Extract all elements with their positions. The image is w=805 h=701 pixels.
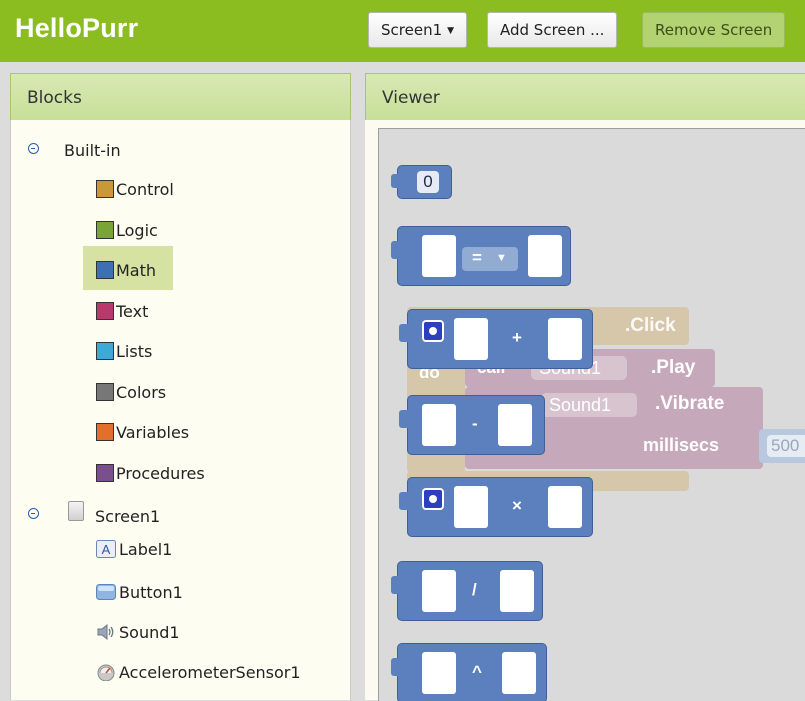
category-lists[interactable]: Lists — [96, 342, 152, 361]
label-icon: A — [96, 540, 116, 558]
math-number-block[interactable]: 0 — [397, 165, 452, 199]
app-title: HelloPurr — [15, 13, 139, 43]
input-socket[interactable] — [548, 486, 582, 528]
power-op-label: ^ — [472, 662, 482, 681]
sound-icon — [97, 623, 114, 641]
add-screen-button[interactable]: Add Screen ... — [487, 12, 618, 48]
component-label1[interactable]: A Label1 — [96, 540, 172, 559]
button-icon — [96, 584, 116, 600]
input-socket[interactable] — [502, 652, 536, 694]
accelerometer-icon — [97, 664, 115, 681]
text-icon — [96, 302, 114, 320]
math-icon — [96, 261, 114, 279]
control-icon — [96, 180, 114, 198]
component-label: Label1 — [119, 540, 173, 559]
viewer-panel-title: Viewer — [382, 88, 440, 108]
screen-select-label: Screen1 — [381, 21, 443, 39]
category-colors[interactable]: Colors — [96, 383, 166, 402]
divide-op-label: / — [472, 580, 477, 599]
blocks-tree — [10, 120, 351, 700]
subtract-op-label: - — [472, 414, 478, 433]
input-socket[interactable] — [454, 318, 488, 360]
input-socket[interactable] — [422, 570, 456, 612]
procedures-icon — [96, 464, 114, 482]
category-label: Control — [116, 180, 174, 199]
component-label: Sound1 — [119, 623, 180, 642]
number-value[interactable]: 0 — [417, 171, 439, 193]
category-label: Variables — [116, 423, 190, 442]
compare-op-label: = — [472, 248, 482, 267]
logic-icon — [96, 221, 114, 239]
gear-icon[interactable] — [422, 488, 444, 510]
input-socket[interactable] — [528, 235, 562, 277]
math-subtract-block[interactable]: - — [407, 395, 545, 455]
builtin-label: Built-in — [64, 141, 121, 160]
block-connector — [391, 658, 399, 676]
category-label: Text — [116, 302, 149, 321]
viewer-panel-header: Viewer — [365, 73, 805, 123]
ghost-number-value: 500 — [767, 435, 805, 457]
math-multiply-block[interactable]: × — [407, 477, 593, 537]
math-add-block[interactable]: + — [407, 309, 593, 369]
input-socket[interactable] — [454, 486, 488, 528]
input-socket[interactable] — [498, 404, 532, 446]
svg-text:A: A — [102, 542, 111, 557]
input-socket[interactable] — [500, 570, 534, 612]
component-label: Button1 — [119, 583, 183, 602]
category-logic[interactable]: Logic — [96, 221, 158, 240]
math-divide-block[interactable]: / — [397, 561, 543, 621]
collapse-icon[interactable] — [28, 508, 39, 519]
block-connector — [399, 324, 409, 342]
input-socket[interactable] — [422, 652, 456, 694]
category-label: Colors — [116, 383, 167, 402]
add-op-label: + — [512, 328, 522, 347]
category-label: Math — [116, 261, 157, 280]
screen-icon — [68, 501, 84, 521]
colors-icon — [96, 383, 114, 401]
ghost-number-block: 500 — [759, 429, 805, 463]
ghost-play-label: .Play — [651, 357, 696, 378]
screen-label: Screen1 — [95, 507, 161, 526]
blocks-panel-title: Blocks — [27, 88, 82, 108]
gear-icon[interactable] — [422, 320, 444, 342]
remove-screen-button[interactable]: Remove Screen — [642, 12, 786, 48]
chevron-down-icon: ▼ — [496, 252, 507, 264]
screen-select-button[interactable]: Screen1 ▼ — [368, 12, 468, 48]
component-button1[interactable]: Button1 — [96, 583, 183, 602]
compare-dropdown[interactable]: = ▼ — [462, 247, 518, 271]
blocks-panel-header: Blocks — [10, 73, 351, 123]
multiply-op-label: × — [512, 496, 522, 515]
category-label: Procedures — [116, 464, 205, 483]
block-connector — [391, 174, 399, 188]
input-socket[interactable] — [422, 235, 456, 277]
chevron-down-icon: ▼ — [447, 26, 455, 36]
block-connector — [391, 576, 399, 594]
input-socket[interactable] — [422, 404, 456, 446]
category-variables[interactable]: Variables — [96, 423, 189, 442]
ghost-sound-dropdown: Sound1 — [541, 393, 638, 417]
category-label: Logic — [116, 221, 158, 240]
block-connector — [399, 492, 409, 510]
block-connector — [391, 241, 399, 259]
component-sound1[interactable]: Sound1 — [96, 623, 180, 642]
category-control[interactable]: Control — [96, 180, 174, 199]
input-socket[interactable] — [548, 318, 582, 360]
component-accelerometer1[interactable]: AccelerometerSensor1 — [96, 663, 301, 682]
collapse-icon[interactable] — [28, 143, 39, 154]
ghost-millisecs-label: millisecs — [643, 435, 720, 455]
math-power-block[interactable]: ^ — [397, 643, 547, 701]
ghost-vibrate-label: .Vibrate — [655, 393, 725, 414]
blocks-workspace[interactable]: .Click do call Sound1 .Play Sound1 .Vibr… — [378, 128, 805, 701]
math-compare-block[interactable]: = ▼ — [397, 226, 571, 286]
top-bar: HelloPurr Screen1 ▼ Add Screen ... Remove… — [0, 0, 805, 62]
category-label: Lists — [116, 342, 153, 361]
component-label: AccelerometerSensor1 — [119, 663, 301, 682]
category-text[interactable]: Text — [96, 302, 148, 321]
lists-icon — [96, 342, 114, 360]
ghost-click-label: .Click — [625, 315, 676, 336]
variables-icon — [96, 423, 114, 441]
block-connector — [399, 410, 409, 428]
category-procedures[interactable]: Procedures — [96, 464, 205, 483]
category-math[interactable]: Math — [96, 261, 156, 280]
